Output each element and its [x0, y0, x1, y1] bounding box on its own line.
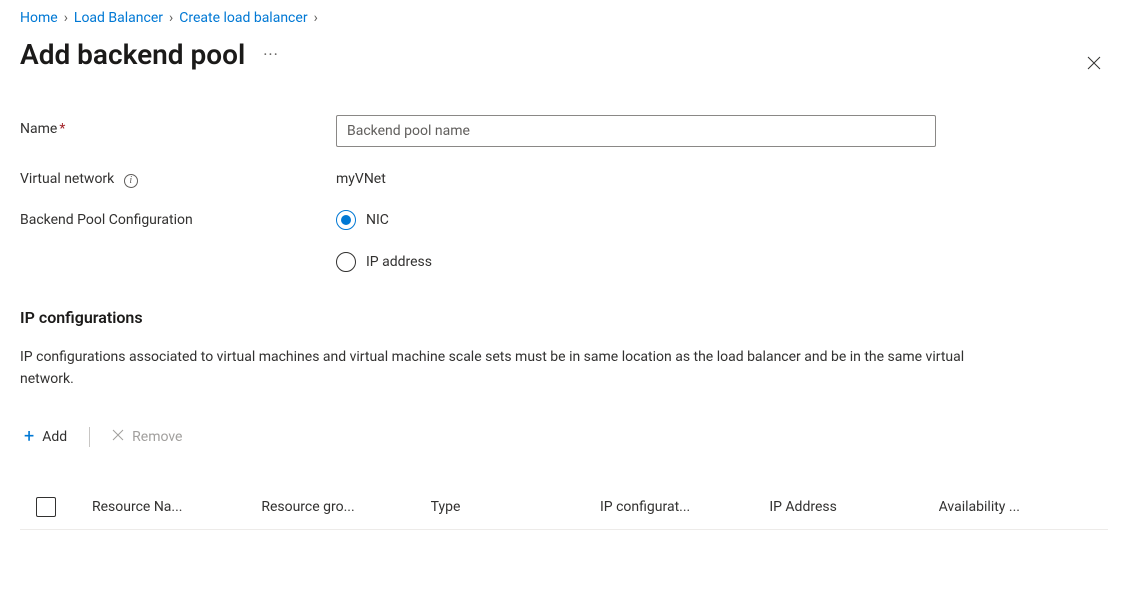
radio-icon: [336, 252, 356, 272]
remove-button: Remove: [108, 425, 186, 449]
more-menu-button[interactable]: ···: [263, 45, 279, 64]
chevron-right-icon: ›: [64, 10, 68, 26]
breadcrumb-load-balancer[interactable]: Load Balancer: [74, 10, 163, 26]
add-button-label: Add: [42, 429, 67, 445]
col-resource-name[interactable]: Resource Na...: [92, 499, 261, 515]
radio-nic[interactable]: NIC: [336, 210, 1108, 230]
col-resource-group[interactable]: Resource gro...: [261, 499, 430, 515]
col-ip-address[interactable]: IP Address: [769, 499, 938, 515]
breadcrumb-create-lb[interactable]: Create load balancer: [179, 10, 307, 26]
close-icon: [112, 429, 124, 445]
chevron-right-icon: ›: [314, 10, 318, 26]
close-icon[interactable]: [1082, 50, 1106, 78]
table-toolbar: + Add Remove: [20, 422, 1108, 451]
select-all-checkbox[interactable]: [36, 497, 56, 517]
remove-button-label: Remove: [132, 429, 182, 445]
breadcrumb-home[interactable]: Home: [20, 10, 58, 26]
info-icon[interactable]: i: [124, 174, 138, 188]
vnet-value: myVNet: [336, 165, 1108, 187]
page-title: Add backend pool: [20, 38, 245, 71]
radio-ip-address[interactable]: IP address: [336, 252, 1108, 272]
radio-ip-address-label: IP address: [366, 254, 432, 270]
table-header-row: Resource Na... Resource gro... Type IP c…: [20, 487, 1108, 530]
ip-config-heading: IP configurations: [20, 308, 1108, 327]
col-availability[interactable]: Availability ...: [939, 499, 1108, 515]
col-type[interactable]: Type: [431, 499, 600, 515]
add-button[interactable]: + Add: [20, 422, 71, 451]
divider: [89, 427, 90, 447]
plus-icon: +: [24, 426, 34, 447]
name-label: Name*: [20, 115, 336, 137]
radio-icon: [336, 210, 356, 230]
col-ip-configuration[interactable]: IP configurat...: [600, 499, 769, 515]
name-input[interactable]: [336, 115, 936, 147]
breadcrumb: Home › Load Balancer › Create load balan…: [20, 10, 1108, 26]
vnet-label: Virtual network i: [20, 165, 336, 188]
chevron-right-icon: ›: [169, 10, 173, 26]
config-label: Backend Pool Configuration: [20, 206, 336, 228]
radio-nic-label: NIC: [366, 212, 389, 228]
ip-config-description: IP configurations associated to virtual …: [20, 347, 980, 390]
